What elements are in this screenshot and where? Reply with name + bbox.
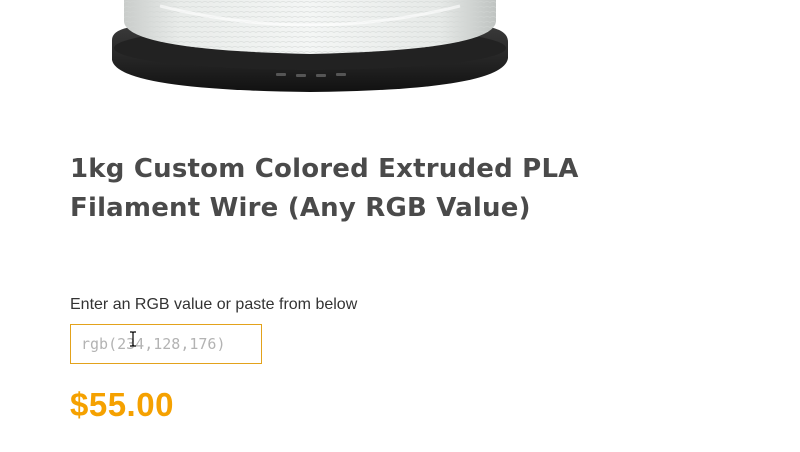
filament-spool-image: [112, 0, 508, 92]
product-price: $55.00: [70, 386, 174, 423]
product-title: 1kg Custom Colored Extruded PLA Filament…: [70, 154, 579, 223]
rgb-field-label: Enter an RGB value or paste from below: [70, 296, 358, 313]
rgb-value-input[interactable]: [70, 324, 262, 364]
